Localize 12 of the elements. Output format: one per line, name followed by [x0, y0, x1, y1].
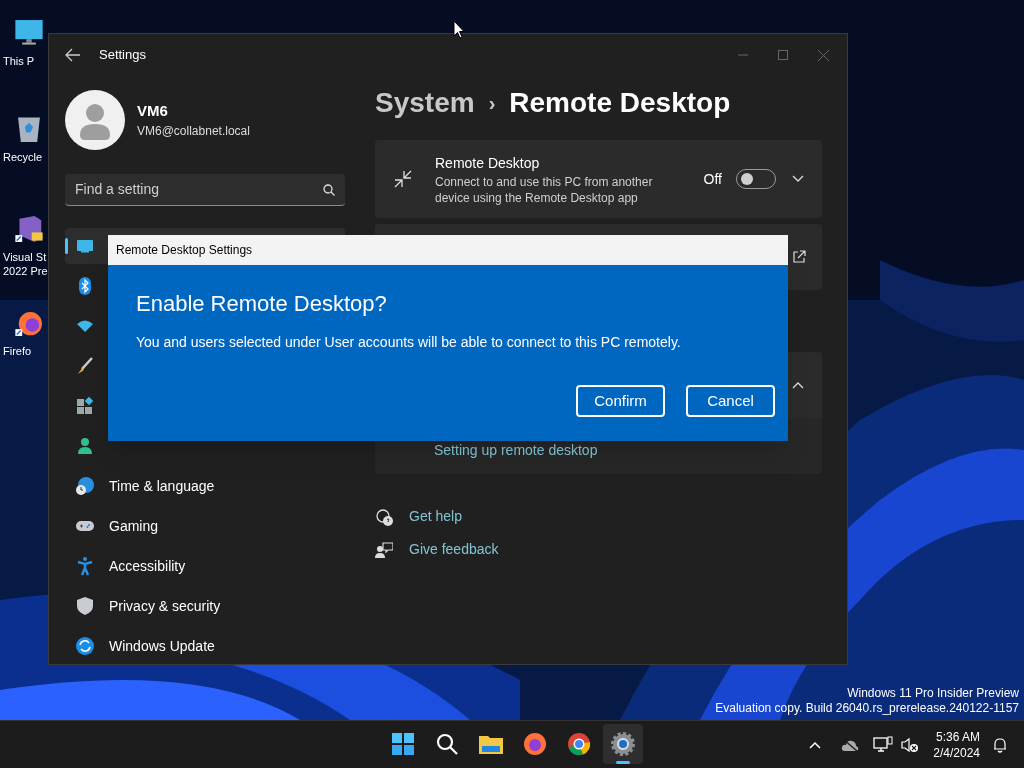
- dialog-heading: Enable Remote Desktop?: [136, 290, 388, 318]
- window-title: Settings: [99, 46, 146, 65]
- account-name: VM6: [137, 100, 169, 121]
- dialog-message: You and users selected under User accounts will be able to connect to this PC remotely.: [136, 333, 682, 352]
- breadcrumb-separator: ›: [488, 91, 496, 116]
- account-email: VM6@collabnet.local: [137, 123, 250, 141]
- setting-title: Remote Desktop: [435, 153, 541, 173]
- watermark-text: Windows 11 Pro Insider Preview Evaluation copy. Build 26040.rs_prerelease.240122-1157: [715, 686, 1019, 716]
- toggle-state-label: Off: [703, 169, 722, 189]
- page-title: Remote Desktop: [509, 86, 731, 120]
- dialog-title: Remote Desktop Settings: [116, 242, 253, 259]
- setting-description: Connect to and use this PC from another device using the Remote Desktop app: [435, 173, 654, 206]
